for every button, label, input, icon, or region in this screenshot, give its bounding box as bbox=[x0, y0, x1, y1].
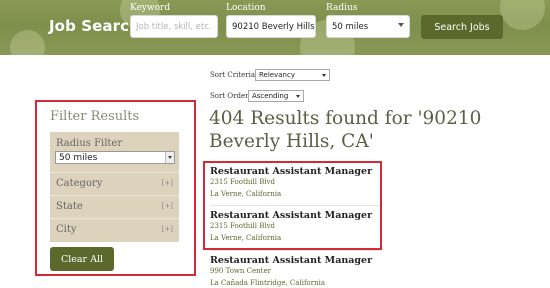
sort-order-label: Sort Order bbox=[210, 92, 249, 100]
filter-panel: Radius Filter 50 miles Category [+] Stat… bbox=[50, 132, 179, 242]
sort-criteria-label: Sort Criteria bbox=[210, 71, 256, 79]
filter-row-label: State bbox=[56, 201, 83, 212]
filter-row-category[interactable]: Category [+] bbox=[50, 172, 179, 195]
expand-icon[interactable]: [+] bbox=[162, 179, 173, 187]
sort-order-value: Ascending bbox=[252, 92, 289, 100]
sort-criteria-select[interactable]: Relevancy bbox=[255, 69, 330, 81]
header-bar: Job Search Keyword Job title, skill, etc… bbox=[0, 0, 550, 55]
chevron-down-icon bbox=[322, 74, 326, 77]
location-label: Location bbox=[226, 3, 266, 13]
sort-criteria-value: Relevancy bbox=[259, 71, 295, 79]
sort-order-select[interactable]: Ascending bbox=[248, 90, 304, 102]
chevron-down-icon bbox=[398, 23, 404, 27]
radius-filter-select[interactable]: 50 miles bbox=[55, 151, 175, 164]
job-address: 2315 Foothill Blvd bbox=[210, 222, 276, 230]
radius-filter-label: Radius Filter bbox=[56, 138, 123, 149]
job-listing[interactable]: Restaurant Assistant Manager 2315 Foothi… bbox=[210, 166, 372, 199]
expand-icon[interactable]: [+] bbox=[162, 202, 173, 210]
expand-icon[interactable]: [+] bbox=[162, 225, 173, 233]
job-title[interactable]: Restaurant Assistant Manager bbox=[210, 166, 372, 177]
radius-select-value: 50 miles bbox=[332, 21, 369, 32]
filter-row-city[interactable]: City [+] bbox=[50, 218, 179, 241]
radius-label: Radius bbox=[326, 3, 358, 13]
filter-title: Filter Results bbox=[50, 109, 140, 124]
divider bbox=[210, 205, 380, 206]
keyword-label: Keyword bbox=[130, 3, 171, 13]
header-bokeh bbox=[500, 0, 545, 30]
job-address: 2315 Foothill Blvd bbox=[210, 178, 276, 186]
chevron-down-icon bbox=[296, 95, 300, 98]
filter-row-label: City bbox=[56, 224, 77, 235]
search-jobs-button[interactable]: Search Jobs bbox=[421, 15, 503, 39]
job-address: 990 Town Center bbox=[210, 267, 271, 275]
location-input[interactable]: 90210 Beverly Hills, C bbox=[226, 15, 316, 38]
radius-select[interactable]: 50 miles bbox=[326, 15, 410, 38]
job-city: La Cañada Flintridge, California bbox=[210, 279, 326, 287]
divider bbox=[210, 250, 380, 251]
header-bokeh bbox=[10, 30, 45, 55]
filter-row-state[interactable]: State [+] bbox=[50, 195, 179, 218]
filter-row-label: Category bbox=[56, 178, 103, 189]
job-listing[interactable]: Restaurant Assistant Manager 990 Town Ce… bbox=[210, 255, 372, 288]
job-title[interactable]: Restaurant Assistant Manager bbox=[210, 210, 372, 221]
job-listing[interactable]: Restaurant Assistant Manager 2315 Foothi… bbox=[210, 210, 372, 243]
chevron-down-icon bbox=[165, 152, 174, 163]
job-city: La Verne, California bbox=[210, 234, 282, 242]
site-logo[interactable]: Job Search bbox=[49, 17, 140, 35]
job-city: La Verne, California bbox=[210, 190, 282, 198]
clear-all-button[interactable]: Clear All bbox=[50, 247, 114, 271]
filter-results-box: Filter Results Radius Filter 50 miles Ca… bbox=[35, 100, 196, 276]
results-heading: 404 Results found for '90210 Beverly Hil… bbox=[209, 108, 482, 152]
radius-filter-value: 50 miles bbox=[59, 152, 98, 163]
keyword-input[interactable]: Job title, skill, etc. bbox=[130, 15, 218, 38]
job-title[interactable]: Restaurant Assistant Manager bbox=[210, 255, 372, 266]
